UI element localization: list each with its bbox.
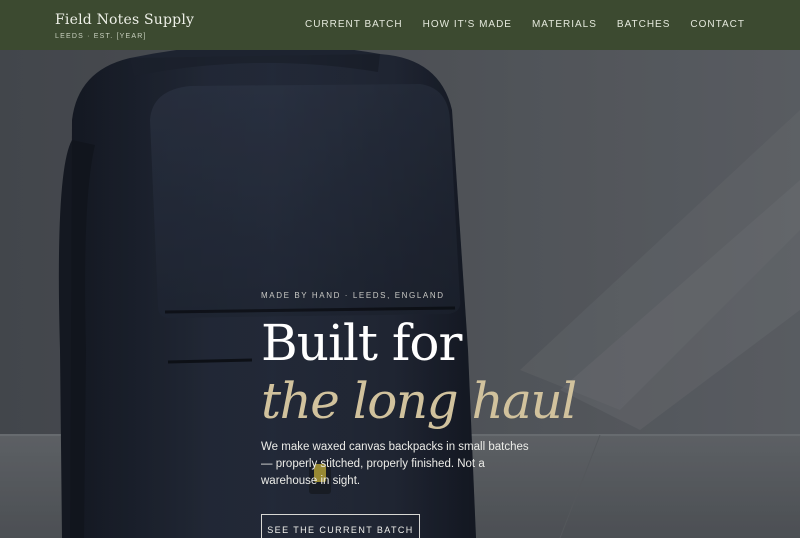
nav-contact[interactable]: CONTACT (690, 19, 745, 30)
brand-tagline: LEEDS · EST. [YEAR] (55, 33, 147, 40)
hero-headline-line1: Built for (261, 314, 462, 372)
nav-batches[interactable]: BATCHES (617, 19, 671, 30)
nav-how-its-made[interactable]: HOW IT'S MADE (423, 19, 512, 30)
main-nav: CURRENT BATCH HOW IT'S MADE MATERIALS BA… (305, 19, 745, 30)
nav-current-batch[interactable]: CURRENT BATCH (305, 19, 403, 30)
site-header: Field Notes Supply LEEDS · EST. [YEAR] C… (0, 0, 800, 50)
hero-headline-line2: the long haul (261, 372, 577, 430)
nav-materials[interactable]: MATERIALS (532, 19, 597, 30)
hero-section: MADE BY HAND · LEEDS, ENGLAND Built for … (0, 50, 800, 538)
see-current-batch-button[interactable]: SEE THE CURRENT BATCH (261, 514, 420, 538)
hero-description: We make waxed canvas backpacks in small … (261, 441, 529, 487)
hero-eyebrow: MADE BY HAND · LEEDS, ENGLAND (261, 291, 445, 300)
brand-name[interactable]: Field Notes Supply (55, 12, 194, 28)
hero-copy: MADE BY HAND · LEEDS, ENGLAND Built for … (261, 291, 577, 538)
brand[interactable]: Field Notes Supply LEEDS · EST. [YEAR] (55, 12, 194, 40)
